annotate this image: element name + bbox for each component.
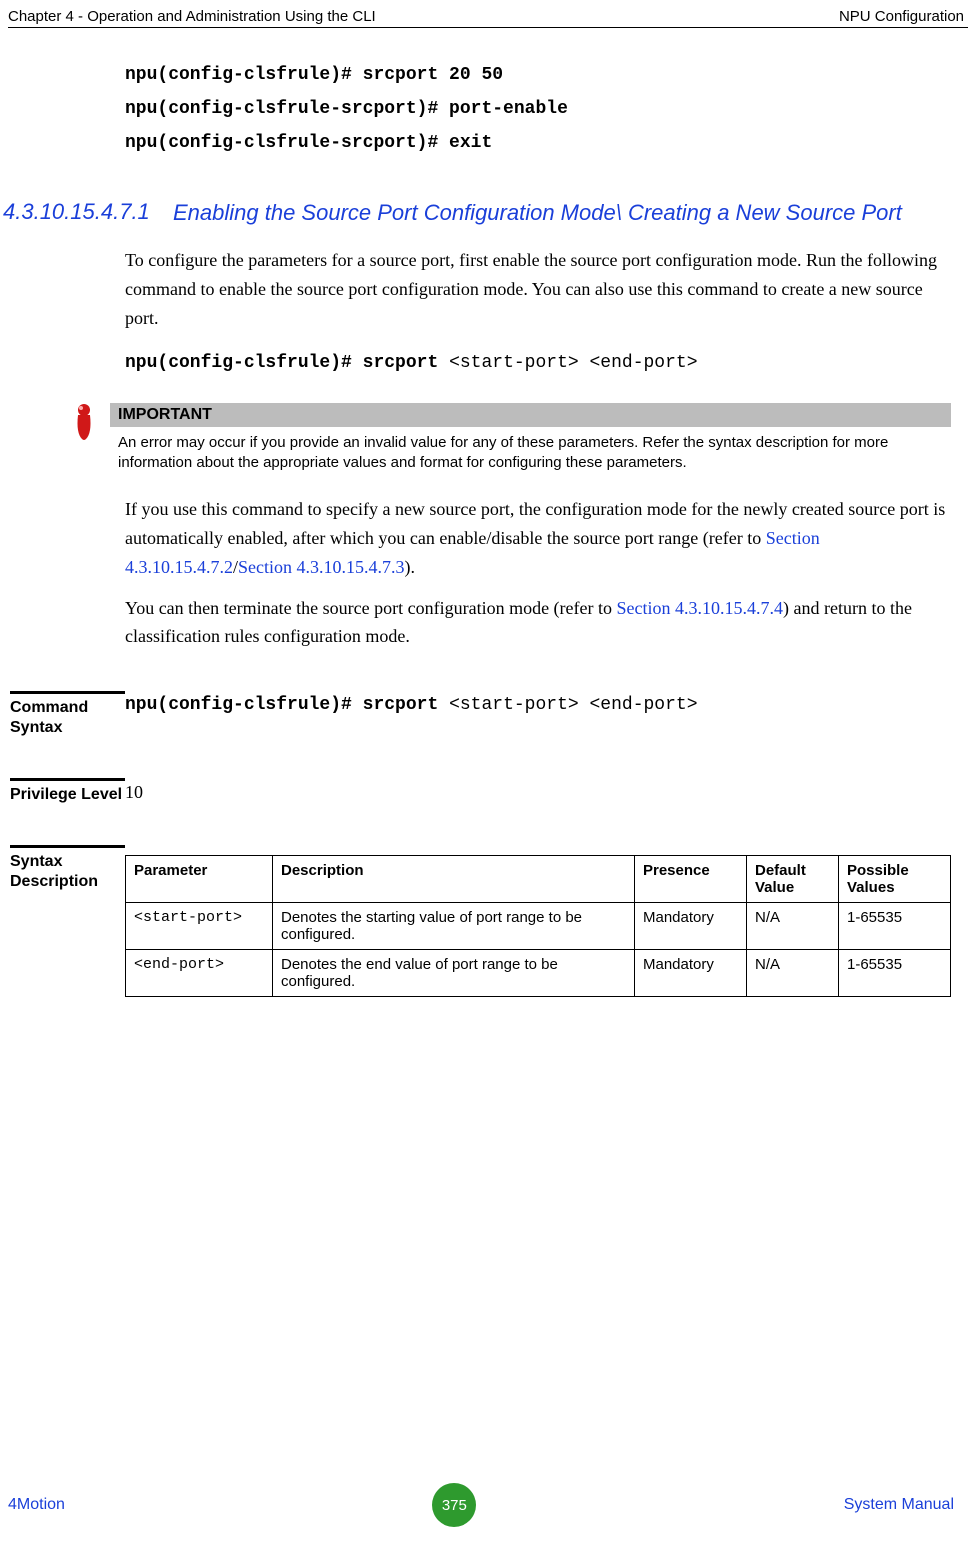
cmd1-prefix: npu(config-clsfrule)# srcport	[125, 353, 449, 373]
syntax-description-content: Parameter Description Presence Default V…	[125, 845, 951, 997]
cell-presence: Mandatory	[635, 903, 747, 950]
command-example-1: npu(config-clsfrule)# srcport <start-por…	[125, 346, 951, 380]
command-syntax-label-col: Command Syntax	[10, 691, 125, 738]
privilege-level-label: Privilege Level	[10, 785, 125, 805]
footer-right: System Manual	[844, 1496, 954, 1514]
page-header: Chapter 4 - Operation and Administration…	[0, 0, 976, 27]
syntax-description-label-col: Syntax Description	[10, 845, 125, 997]
link-section-4-3-10-15-4-7-4[interactable]: Section 4.3.10.15.4.7.4	[617, 598, 784, 618]
paragraph-intro: To configure the parameters for a source…	[125, 246, 951, 332]
cell-description: Denotes the starting value of port range…	[273, 903, 635, 950]
command-syntax-label: Command Syntax	[10, 698, 125, 738]
cell-default: N/A	[747, 950, 839, 997]
paragraph-3: You can then terminate the source port c…	[125, 594, 951, 652]
col-description: Description	[273, 856, 635, 903]
syntax-description-label: Syntax Description	[10, 852, 125, 892]
col-parameter: Parameter	[126, 856, 273, 903]
table-header-row: Parameter Description Presence Default V…	[126, 856, 951, 903]
important-box: IMPORTANT An error may occur if you prov…	[110, 403, 951, 476]
content-body: npu(config-clsfrule)# srcport 20 50 npu(…	[0, 58, 976, 997]
intro-cmd-2: npu(config-clsfrule-srcport)# port-enabl…	[125, 92, 951, 126]
page: Chapter 4 - Operation and Administration…	[0, 0, 976, 1545]
section-heading: 4.3.10.15.4.7.1 Enabling the Source Port…	[125, 199, 951, 227]
col-default: Default Value	[747, 856, 839, 903]
privilege-level-value: 10	[125, 778, 951, 805]
syntax-description-block: Syntax Description Parameter Description…	[125, 845, 951, 997]
cell-parameter: <start-port>	[126, 903, 273, 950]
footer-left: 4Motion	[8, 1496, 65, 1514]
important-icon	[70, 403, 110, 476]
syntax-table: Parameter Description Presence Default V…	[125, 855, 951, 997]
intro-cmd-3: npu(config-clsfrule-srcport)# exit	[125, 126, 951, 160]
para3-text-a: You can then terminate the source port c…	[125, 598, 617, 618]
section-number: 4.3.10.15.4.7.1	[3, 199, 173, 225]
important-body-text: An error may occur if you provide an inv…	[110, 427, 951, 476]
intro-command-block: npu(config-clsfrule)# srcport 20 50 npu(…	[125, 58, 951, 161]
privilege-level-label-col: Privilege Level	[10, 778, 125, 805]
command-syntax-block: Command Syntax npu(config-clsfrule)# src…	[125, 691, 951, 738]
cell-default: N/A	[747, 903, 839, 950]
col-possible: Possible Values	[839, 856, 951, 903]
cmd-syntax-prefix: npu(config-clsfrule)# srcport	[125, 695, 449, 715]
important-callout: IMPORTANT An error may occur if you prov…	[70, 403, 951, 476]
cmd-syntax-args: <start-port> <end-port>	[449, 695, 697, 715]
important-heading: IMPORTANT	[110, 403, 951, 427]
paragraph-2: If you use this command to specify a new…	[125, 495, 951, 581]
cell-possible: 1-65535	[839, 903, 951, 950]
para2-end: ).	[405, 557, 416, 577]
header-left: Chapter 4 - Operation and Administration…	[8, 8, 376, 25]
cell-presence: Mandatory	[635, 950, 747, 997]
page-number-badge: 375	[432, 1483, 476, 1527]
section-title: Enabling the Source Port Configuration M…	[173, 199, 951, 227]
cell-possible: 1-65535	[839, 950, 951, 997]
header-rule	[8, 27, 968, 28]
link-section-4-3-10-15-4-7-3[interactable]: Section 4.3.10.15.4.7.3	[238, 557, 405, 577]
privilege-level-block: Privilege Level 10	[125, 778, 951, 805]
para2-text-a: If you use this command to specify a new…	[125, 499, 945, 548]
table-row: <start-port> Denotes the starting value …	[126, 903, 951, 950]
header-right: NPU Configuration	[839, 8, 964, 25]
col-presence: Presence	[635, 856, 747, 903]
cmd1-args: <start-port> <end-port>	[449, 353, 697, 373]
page-footer: 4Motion 375 System Manual	[0, 1483, 976, 1527]
command-syntax-value: npu(config-clsfrule)# srcport <start-por…	[125, 691, 951, 738]
cell-parameter: <end-port>	[126, 950, 273, 997]
cell-description: Denotes the end value of port range to b…	[273, 950, 635, 997]
table-row: <end-port> Denotes the end value of port…	[126, 950, 951, 997]
intro-cmd-1: npu(config-clsfrule)# srcport 20 50	[125, 58, 951, 92]
